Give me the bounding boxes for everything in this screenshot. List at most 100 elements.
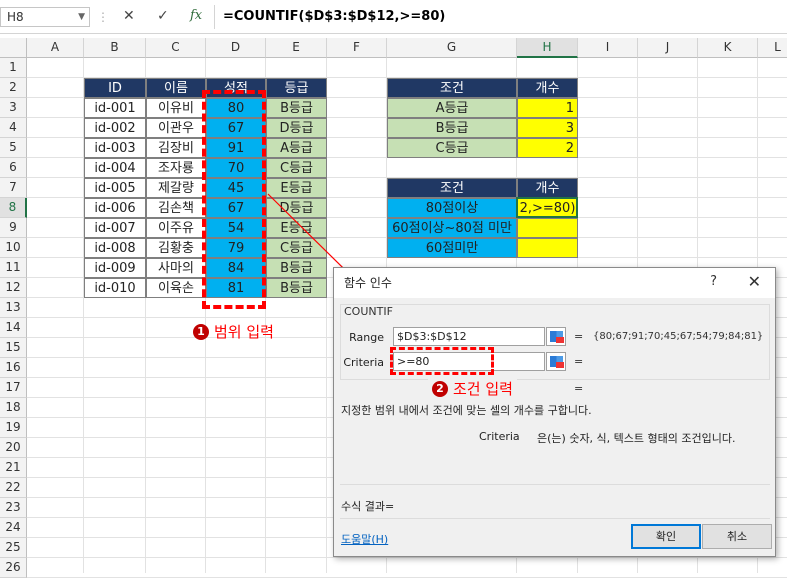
table1-cell[interactable]: id-006: [84, 198, 146, 218]
table1-cell[interactable]: E등급: [266, 178, 327, 198]
table1-cell[interactable]: A등급: [266, 138, 327, 158]
table1-header[interactable]: ID: [84, 78, 146, 98]
insert-function-icon[interactable]: fx: [190, 8, 202, 23]
table1-cell[interactable]: id-008: [84, 238, 146, 258]
cancel-icon[interactable]: ✕: [123, 8, 135, 24]
table1-cell[interactable]: D등급: [266, 118, 327, 138]
table3-header[interactable]: 개수: [517, 178, 578, 198]
column-header-j[interactable]: J: [638, 38, 698, 58]
row-header-22[interactable]: 22: [0, 478, 27, 498]
table1-cell[interactable]: C등급: [266, 238, 327, 258]
column-header-h[interactable]: H: [517, 38, 578, 58]
table1-cell[interactable]: C등급: [266, 158, 327, 178]
table1-cell[interactable]: id-003: [84, 138, 146, 158]
column-header-f[interactable]: F: [327, 38, 387, 58]
row-header-15[interactable]: 15: [0, 338, 27, 358]
row-header-2[interactable]: 2: [0, 78, 27, 98]
formula-input[interactable]: =COUNTIF($D$3:$D$12,>=80): [214, 5, 787, 29]
row-header-26[interactable]: 26: [0, 558, 27, 578]
row-header-7[interactable]: 7: [0, 178, 27, 198]
table1-cell[interactable]: 제갈량: [146, 178, 206, 198]
table1-cell[interactable]: id-002: [84, 118, 146, 138]
table1-cell[interactable]: 김손책: [146, 198, 206, 218]
table1-cell[interactable]: 이주유: [146, 218, 206, 238]
row-header-14[interactable]: 14: [0, 318, 27, 338]
table1-cell[interactable]: B등급: [266, 98, 327, 118]
row-header-19[interactable]: 19: [0, 418, 27, 438]
table2-count[interactable]: 2: [517, 138, 578, 158]
table1-cell[interactable]: D등급: [266, 198, 327, 218]
table1-header[interactable]: 등급: [266, 78, 327, 98]
row-header-12[interactable]: 12: [0, 278, 27, 298]
column-header-l[interactable]: L: [758, 38, 787, 58]
row-header-5[interactable]: 5: [0, 138, 27, 158]
table2-header[interactable]: 개수: [517, 78, 578, 98]
table1-cell[interactable]: 조자룡: [146, 158, 206, 178]
row-header-3[interactable]: 3: [0, 98, 27, 118]
table1-cell[interactable]: id-004: [84, 158, 146, 178]
table2-condition[interactable]: B등급: [387, 118, 517, 138]
range-input[interactable]: $D$3:$D$12: [393, 327, 545, 346]
table3-condition[interactable]: 60점미만: [387, 238, 517, 258]
table2-header[interactable]: 조건: [387, 78, 517, 98]
ok-button[interactable]: 확인: [631, 524, 701, 549]
close-icon[interactable]: ✕: [748, 272, 761, 291]
help-link[interactable]: 도움말(H): [341, 531, 388, 547]
criteria-collapse-button[interactable]: [546, 352, 566, 371]
column-header-k[interactable]: K: [698, 38, 758, 58]
chevron-down-icon[interactable]: ▼: [78, 8, 85, 26]
select-all-corner[interactable]: [0, 38, 27, 58]
row-header-21[interactable]: 21: [0, 458, 27, 478]
column-header-a[interactable]: A: [27, 38, 84, 58]
table1-cell[interactable]: id-010: [84, 278, 146, 298]
row-header-17[interactable]: 17: [0, 378, 27, 398]
column-header-g[interactable]: G: [387, 38, 517, 58]
table2-count[interactable]: 1: [517, 98, 578, 118]
column-header-b[interactable]: B: [84, 38, 146, 58]
table1-cell[interactable]: B등급: [266, 278, 327, 298]
row-header-11[interactable]: 11: [0, 258, 27, 278]
table3-condition[interactable]: 60점이상~80점 미만: [387, 218, 517, 238]
row-header-8[interactable]: 8: [0, 198, 27, 218]
column-header-c[interactable]: C: [146, 38, 206, 58]
table1-cell[interactable]: E등급: [266, 218, 327, 238]
column-header-d[interactable]: D: [206, 38, 266, 58]
table1-cell[interactable]: 김황충: [146, 238, 206, 258]
row-header-10[interactable]: 10: [0, 238, 27, 258]
cancel-button[interactable]: 취소: [702, 524, 772, 549]
help-icon[interactable]: ?: [710, 274, 717, 289]
table1-cell[interactable]: 이관우: [146, 118, 206, 138]
column-header-i[interactable]: I: [578, 38, 638, 58]
table3-count[interactable]: [517, 218, 578, 238]
column-header-e[interactable]: E: [266, 38, 327, 58]
row-header-9[interactable]: 9: [0, 218, 27, 238]
table3-condition[interactable]: 80점이상: [387, 198, 517, 218]
row-header-23[interactable]: 23: [0, 498, 27, 518]
name-box[interactable]: H8 ▼: [0, 7, 90, 27]
table2-condition[interactable]: C등급: [387, 138, 517, 158]
table2-count[interactable]: 3: [517, 118, 578, 138]
table1-cell[interactable]: id-007: [84, 218, 146, 238]
row-header-6[interactable]: 6: [0, 158, 27, 178]
row-header-1[interactable]: 1: [0, 58, 27, 78]
table1-cell[interactable]: 김장비: [146, 138, 206, 158]
row-header-4[interactable]: 4: [0, 118, 27, 138]
table1-cell[interactable]: B등급: [266, 258, 327, 278]
table2-condition[interactable]: A등급: [387, 98, 517, 118]
row-header-13[interactable]: 13: [0, 298, 27, 318]
table1-header[interactable]: 이름: [146, 78, 206, 98]
row-header-20[interactable]: 20: [0, 438, 27, 458]
table1-cell[interactable]: id-001: [84, 98, 146, 118]
enter-icon[interactable]: ✓: [157, 8, 169, 24]
row-header-16[interactable]: 16: [0, 358, 27, 378]
row-header-25[interactable]: 25: [0, 538, 27, 558]
table1-cell[interactable]: id-005: [84, 178, 146, 198]
table3-header[interactable]: 조건: [387, 178, 517, 198]
range-collapse-button[interactable]: [546, 327, 566, 346]
row-header-24[interactable]: 24: [0, 518, 27, 538]
table3-count[interactable]: [517, 238, 578, 258]
table1-cell[interactable]: 이유비: [146, 98, 206, 118]
table1-cell[interactable]: id-009: [84, 258, 146, 278]
row-header-18[interactable]: 18: [0, 398, 27, 418]
table1-cell[interactable]: 사마의: [146, 258, 206, 278]
